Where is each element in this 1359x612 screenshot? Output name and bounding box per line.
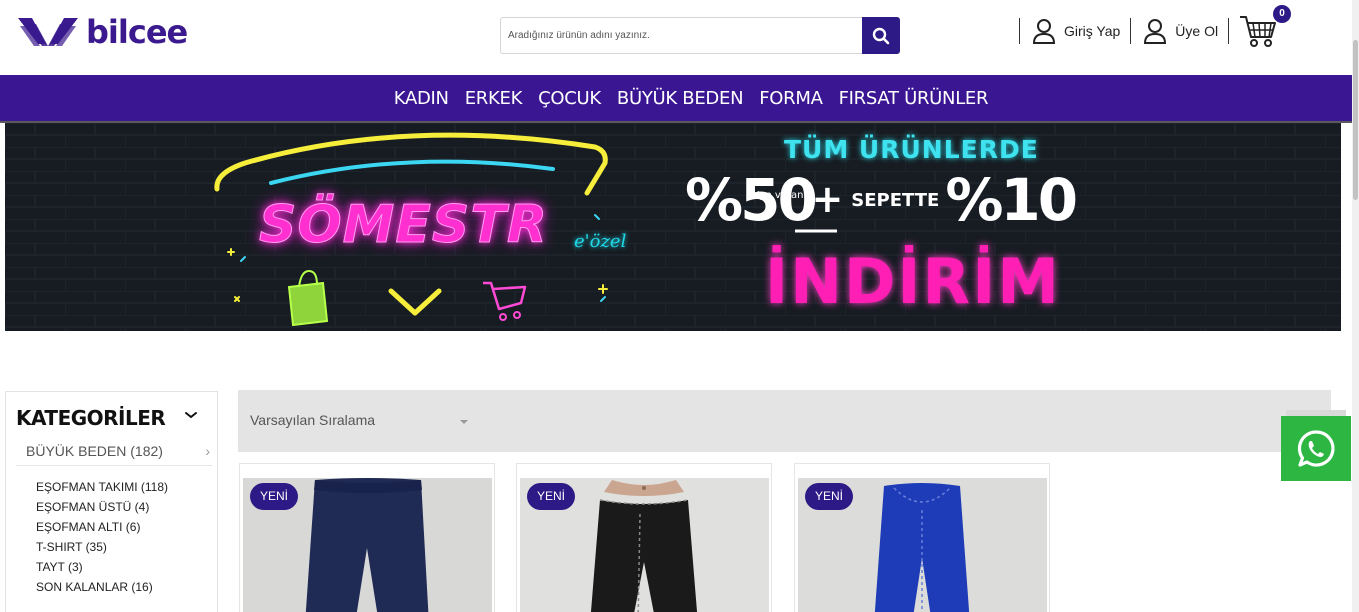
subcategory-item[interactable]: SON KALANLAR (16) bbox=[36, 580, 168, 600]
main-nav: KADIN ERKEK ÇOCUK BÜYÜK BEDEN FORMA FIRS… bbox=[0, 75, 1352, 121]
shopping-cart-icon bbox=[1240, 16, 1277, 47]
subcategory-item[interactable]: TAYT (3) bbox=[36, 560, 168, 580]
login-link[interactable]: Giriş Yap bbox=[1020, 18, 1130, 44]
subcategory-item[interactable]: EŞOFMAN ALTI (6) bbox=[36, 520, 168, 540]
sort-select[interactable]: Varsayılan Sıralama bbox=[250, 412, 375, 428]
page: bilcee Giriş Yap bbox=[0, 0, 1359, 612]
promo-banner[interactable]: SÖMESTR e'özel TÜM ÜRÜNLERDE %50 'ye var… bbox=[5, 123, 1341, 331]
nav-item-forma[interactable]: FORMA bbox=[759, 88, 823, 109]
scrollbar-thumb[interactable] bbox=[1353, 40, 1358, 200]
nav-item-buyuk-beden[interactable]: BÜYÜK BEDEN bbox=[617, 88, 744, 109]
cart-count-badge: 0 bbox=[1273, 5, 1292, 23]
nav-item-erkek[interactable]: ERKEK bbox=[465, 88, 523, 109]
product-card[interactable]: YENİ bbox=[239, 463, 495, 612]
cart-button[interactable]: 0 bbox=[1239, 5, 1292, 49]
new-badge: YENİ bbox=[805, 483, 854, 510]
chevron-right-icon: › bbox=[205, 443, 210, 459]
banner-plus: + bbox=[811, 177, 844, 221]
user-icon bbox=[1144, 19, 1167, 44]
banner-somestr-text: SÖMESTR bbox=[259, 195, 548, 256]
whatsapp-icon bbox=[1297, 429, 1335, 467]
banner-decoration bbox=[5, 123, 1341, 331]
banner-offer: %50 'ye varan + SEPETTE %10 bbox=[685, 165, 1078, 235]
sidebar-item-buyuk-beden[interactable]: BÜYÜK BEDEN (182) › bbox=[16, 438, 212, 466]
logo-wings-icon bbox=[18, 18, 78, 46]
whatsapp-button[interactable] bbox=[1281, 416, 1351, 481]
new-badge: YENİ bbox=[527, 483, 576, 510]
divider bbox=[1228, 18, 1230, 44]
nav-item-cocuk[interactable]: ÇOCUK bbox=[538, 88, 601, 109]
subcategory-item[interactable]: EŞOFMAN ÜSTÜ (4) bbox=[36, 500, 168, 520]
banner-sepette: SEPETTE bbox=[851, 190, 940, 211]
subcategory-list: EŞOFMAN TAKIMI (118) EŞOFMAN ÜSTÜ (4) EŞ… bbox=[36, 480, 168, 600]
search-button[interactable] bbox=[862, 17, 900, 54]
category-sidebar: KATEGORİLER BÜYÜK BEDEN (182) › EŞOFMAN … bbox=[5, 391, 218, 612]
sidebar-item-label: BÜYÜK BEDEN (182) bbox=[26, 443, 163, 459]
product-card[interactable]: YENİ bbox=[794, 463, 1050, 612]
nav-item-kadin[interactable]: KADIN bbox=[394, 88, 449, 109]
user-links: Giriş Yap Üye Ol 0 bbox=[1019, 5, 1292, 49]
banner-ozel-text: e'özel bbox=[574, 231, 627, 252]
login-label: Giriş Yap bbox=[1064, 23, 1121, 39]
caret-down-icon bbox=[460, 420, 468, 424]
banner-pct-suffix: 'ye varan bbox=[756, 190, 804, 201]
user-icon bbox=[1032, 19, 1056, 44]
chevron-down-icon[interactable] bbox=[184, 408, 198, 422]
logo[interactable]: bilcee bbox=[16, 12, 188, 52]
logo-text: bilcee bbox=[86, 13, 188, 51]
search-input[interactable] bbox=[500, 17, 862, 54]
subcategory-item[interactable]: EŞOFMAN TAKIMI (118) bbox=[36, 480, 168, 500]
sidebar-title: KATEGORİLER bbox=[16, 406, 166, 430]
nav-item-firsat-urunler[interactable]: FIRSAT ÜRÜNLER bbox=[839, 88, 989, 109]
banner-indirim-text: İNDİRİM bbox=[765, 245, 1061, 318]
register-link[interactable]: Üye Ol bbox=[1131, 18, 1228, 44]
search-icon bbox=[872, 27, 890, 44]
subcategory-item[interactable]: T-SHIRT (35) bbox=[36, 540, 168, 560]
header: bilcee Giriş Yap bbox=[0, 0, 1352, 75]
register-label: Üye Ol bbox=[1175, 23, 1219, 39]
new-badge: YENİ bbox=[250, 483, 299, 510]
banner-pct-10: %10 bbox=[945, 166, 1078, 234]
sort-bar: Varsayılan Sıralama bbox=[238, 390, 1331, 452]
search-bar bbox=[500, 17, 900, 54]
banner-headline: TÜM ÜRÜNLERDE bbox=[784, 135, 1039, 164]
product-card[interactable]: YENİ bbox=[516, 463, 772, 612]
